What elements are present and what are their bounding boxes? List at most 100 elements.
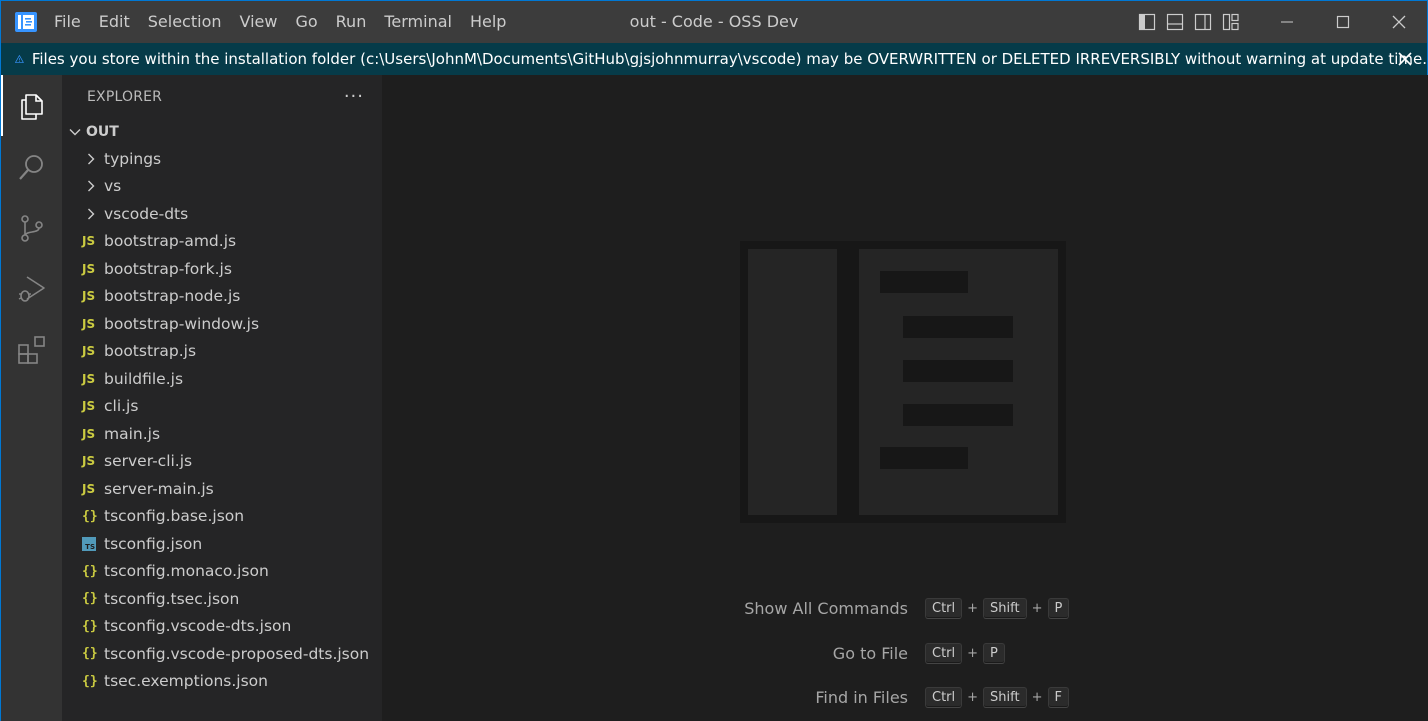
folder-label: typings xyxy=(104,149,162,168)
customize-layout-button[interactable] xyxy=(1217,1,1245,43)
folder-section-header[interactable]: OUT xyxy=(62,119,382,145)
warning-banner: Files you store within the installation … xyxy=(1,43,1427,75)
shortcut-label: Go to File xyxy=(832,644,908,663)
tsconfig-file-icon: TS xyxy=(82,536,96,551)
file-label: bootstrap-node.js xyxy=(104,287,241,306)
file-label: main.js xyxy=(104,424,161,443)
file-tree: typings vs vscode-dts JS bootstrap-amd.js JS b… xyxy=(62,145,382,695)
js-file-icon: JS xyxy=(82,399,96,414)
chevron-down-icon xyxy=(69,129,81,136)
run-debug-icon xyxy=(18,275,45,302)
file-label: tsconfig.vscode-proposed-dts.json xyxy=(104,644,370,663)
file-label: bootstrap.js xyxy=(104,342,197,361)
key-separator: + xyxy=(1031,601,1043,616)
maximize-icon xyxy=(1336,15,1350,29)
file-item[interactable]: {} tsconfig.base.json xyxy=(62,503,382,531)
menu-file[interactable]: File xyxy=(45,1,90,43)
toggle-primary-sidebar-button[interactable] xyxy=(1133,1,1161,43)
file-label: tsec.exemptions.json xyxy=(104,672,268,691)
file-item[interactable]: JS bootstrap-node.js xyxy=(62,283,382,311)
title-bar: File Edit Selection View Go Run Terminal Help o… xyxy=(1,1,1427,43)
close-window-button[interactable] xyxy=(1371,1,1427,43)
activity-explorer[interactable] xyxy=(1,75,62,136)
minimize-button[interactable] xyxy=(1259,1,1315,43)
js-file-icon: JS xyxy=(82,344,96,359)
menu-bar: File Edit Selection View Go Run Terminal Help xyxy=(45,1,515,43)
key-separator: + xyxy=(967,646,979,661)
file-item[interactable]: TS tsconfig.json xyxy=(62,530,382,558)
js-file-icon: JS xyxy=(82,289,96,304)
chevron-right-icon xyxy=(84,179,104,193)
keybinding-key: Shift xyxy=(983,687,1027,708)
file-icon: JS xyxy=(82,482,104,496)
close-icon xyxy=(1398,52,1412,66)
menu-selection[interactable]: Selection xyxy=(139,1,231,43)
banner-message: Files you store within the installation … xyxy=(31,50,1427,68)
file-item[interactable]: {} tsconfig.tsec.json xyxy=(62,585,382,613)
file-item[interactable]: JS bootstrap.js xyxy=(62,338,382,366)
file-icon: {} xyxy=(82,646,104,661)
panel-layout-icon xyxy=(1166,13,1184,31)
banner-close-button[interactable] xyxy=(1393,47,1417,71)
menu-edit[interactable]: Edit xyxy=(90,1,139,43)
file-label: buildfile.js xyxy=(104,369,184,388)
folder-item[interactable]: vscode-dts xyxy=(62,200,382,228)
keybinding-key: P xyxy=(983,643,1005,664)
file-label: tsconfig.base.json xyxy=(104,507,245,526)
json-file-icon: {} xyxy=(82,646,98,662)
key-separator: + xyxy=(967,690,979,705)
title-actions xyxy=(1133,1,1427,43)
search-icon xyxy=(18,154,43,180)
activity-source-control[interactable] xyxy=(1,197,62,258)
json-file-icon: {} xyxy=(82,673,98,689)
file-label: tsconfig.json xyxy=(104,534,203,553)
warning-icon xyxy=(15,55,24,63)
file-item[interactable]: JS bootstrap-fork.js xyxy=(62,255,382,283)
keybinding-key: F xyxy=(1047,687,1069,708)
json-file-icon: {} xyxy=(82,563,98,579)
activity-extensions[interactable] xyxy=(1,319,62,380)
folder-item[interactable]: typings xyxy=(62,145,382,173)
json-file-icon: {} xyxy=(82,618,98,634)
file-item[interactable]: JS bootstrap-amd.js xyxy=(62,228,382,256)
key-separator: + xyxy=(1031,690,1043,705)
explorer-icon xyxy=(20,93,43,120)
file-item[interactable]: {} tsconfig.vscode-dts.json xyxy=(62,613,382,641)
menu-go[interactable]: Go xyxy=(286,1,326,43)
activity-search[interactable] xyxy=(1,136,62,197)
menu-terminal[interactable]: Terminal xyxy=(375,1,461,43)
folder-item[interactable]: vs xyxy=(62,173,382,201)
app-logo-icon[interactable] xyxy=(15,11,37,33)
file-icon: {} xyxy=(82,509,104,524)
chevron-right-icon xyxy=(88,180,95,192)
file-item[interactable]: {} tsconfig.vscode-proposed-dts.json xyxy=(62,640,382,668)
file-item[interactable]: JS cli.js xyxy=(62,393,382,421)
js-file-icon: JS xyxy=(82,371,96,386)
editor-area: Show All Commands Ctrl + Shift + P Go to File C… xyxy=(382,75,1428,721)
file-icon: {} xyxy=(82,564,104,579)
shortcut-row: Go to File Ctrl + P xyxy=(608,643,1005,664)
file-icon: JS xyxy=(82,372,104,386)
file-item[interactable]: JS bootstrap-window.js xyxy=(62,310,382,338)
menu-run[interactable]: Run xyxy=(327,1,376,43)
file-item[interactable]: JS server-main.js xyxy=(62,475,382,503)
file-item[interactable]: JS server-cli.js xyxy=(62,448,382,476)
maximize-button[interactable] xyxy=(1315,1,1371,43)
file-label: tsconfig.tsec.json xyxy=(104,589,240,608)
toggle-secondary-sidebar-button[interactable] xyxy=(1189,1,1217,43)
key-separator: + xyxy=(967,601,979,616)
file-item[interactable]: {} tsconfig.monaco.json xyxy=(62,558,382,586)
file-label: bootstrap-fork.js xyxy=(104,259,232,278)
file-item[interactable]: JS main.js xyxy=(62,420,382,448)
sidebar-header: EXPLORER ··· xyxy=(62,75,382,119)
file-item[interactable]: JS buildfile.js xyxy=(62,365,382,393)
more-actions-button[interactable]: ··· xyxy=(344,87,364,107)
chevron-right-icon xyxy=(84,207,104,221)
activity-run-debug[interactable] xyxy=(1,258,62,319)
menu-view[interactable]: View xyxy=(231,1,287,43)
shortcut-row: Find in Files Ctrl + Shift + F xyxy=(608,687,1069,708)
menu-help[interactable]: Help xyxy=(461,1,515,43)
toggle-panel-button[interactable] xyxy=(1161,1,1189,43)
file-label: server-main.js xyxy=(104,479,214,498)
file-item[interactable]: {} tsec.exemptions.json xyxy=(62,668,382,696)
